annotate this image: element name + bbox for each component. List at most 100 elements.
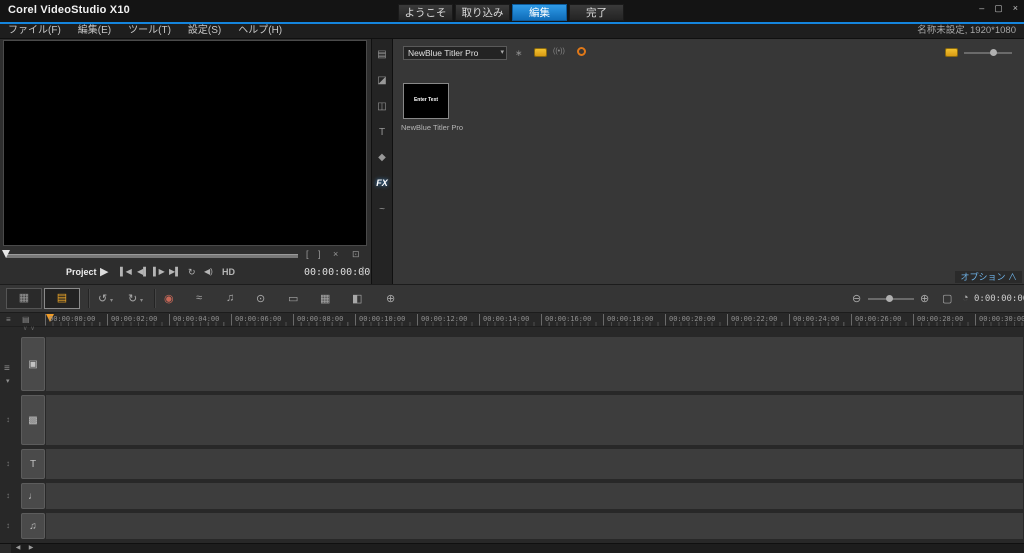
storyboard-view-button[interactable]: ▦ (6, 288, 42, 309)
music-track-button[interactable]: ♫ (21, 513, 45, 539)
record-capture-icon[interactable]: ◉ (164, 292, 174, 305)
track-view-icon[interactable]: ▤ (22, 315, 30, 324)
tab-share[interactable]: 完了 (569, 4, 624, 21)
menu-file[interactable]: ファイル(F) (8, 24, 61, 38)
next-frame-icon[interactable]: ▌▶ (153, 267, 165, 276)
mask-creator-icon[interactable]: ◧ (352, 292, 362, 305)
motion-path-icon[interactable]: ~ (372, 204, 392, 215)
menu-tools[interactable]: ツール(T) (128, 24, 171, 38)
transition-icon[interactable]: ◫ (372, 101, 392, 112)
track-manager-icon[interactable]: ≡ (6, 315, 11, 324)
zoom-out-icon[interactable]: ⊖ (852, 292, 861, 305)
spin-down-icon[interactable]: ▼ (361, 272, 366, 278)
delete-clip-icon[interactable]: × (333, 249, 338, 259)
slider-thumb[interactable] (990, 49, 997, 56)
ruler-timecode: 00:00:12:00 (417, 314, 467, 325)
color-wheel-icon[interactable] (577, 47, 586, 56)
track-list-menu-icon[interactable]: ≡ (4, 363, 10, 374)
library-nav-strip: ▤ ◪ ◫ T ◆ FX ~ (371, 39, 393, 284)
timecode-spinner[interactable]: ▲ ▼ (359, 265, 367, 279)
track-swap-icon[interactable]: ↕ (6, 459, 10, 468)
auto-music-icon[interactable]: ♫ (226, 292, 234, 304)
go-end-icon[interactable]: ▶▌ (169, 267, 181, 276)
overlay-track-lane[interactable] (46, 395, 1023, 445)
zoom-in-icon[interactable]: ⊕ (920, 292, 929, 305)
project-mode-dropdown[interactable]: Project (66, 267, 97, 277)
graphic-icon[interactable]: ◆ (372, 152, 392, 163)
music-track-lane[interactable] (46, 513, 1023, 539)
subtitle-editor-icon[interactable]: ▭ (288, 292, 298, 305)
window-controls: – ▢ × (979, 3, 1018, 14)
voice-track-button[interactable]: ♩ (21, 483, 45, 509)
gallery-dropdown[interactable]: NewBlue Titler Pro ▾ (403, 46, 507, 60)
enlarge-preview-icon[interactable]: ⊡ (352, 249, 360, 260)
ruler-timecode: 00:00:26:00 (851, 314, 901, 325)
scrubber-thumb[interactable] (2, 250, 10, 258)
hd-button[interactable]: HD (222, 267, 235, 277)
repeat-icon[interactable]: ↻ (188, 267, 196, 278)
redo-caret-icon[interactable]: ▾ (140, 297, 143, 304)
minimize-icon[interactable]: – (979, 3, 984, 14)
multicam-editor-icon[interactable]: ▦ (320, 292, 330, 305)
ripple-edit-icons[interactable]: ∨∨ (23, 325, 38, 332)
broadcast-icon[interactable]: ((•)) (553, 48, 565, 55)
voice-track-lane[interactable] (46, 483, 1023, 509)
spin-up-icon[interactable]: ▲ (361, 265, 366, 271)
restore-icon[interactable]: ▢ (994, 3, 1003, 14)
overlay-track-button[interactable]: ▩ (21, 395, 45, 445)
undo-caret-icon[interactable]: ▾ (110, 297, 113, 304)
tab-capture[interactable]: 取り込み (455, 4, 510, 21)
undo-icon[interactable]: ↺ (98, 292, 107, 305)
go-start-icon[interactable]: ▌◀ (120, 267, 132, 276)
menu-help[interactable]: ヘルプ(H) (238, 24, 282, 38)
mark-out-icon[interactable]: ] (318, 249, 321, 259)
fit-project-icon[interactable]: ▢ (942, 292, 952, 305)
tab-welcome[interactable]: ようこそ (398, 4, 453, 21)
timeline-zoom-slider[interactable] (868, 295, 914, 302)
web-tool-icon[interactable]: ⊕ (386, 292, 395, 305)
redo-icon[interactable]: ↻ (128, 292, 137, 305)
play-icon[interactable]: ▶ (100, 265, 108, 278)
tab-edit[interactable]: 編集 (512, 4, 567, 21)
prev-frame-icon[interactable]: ◀▌ (137, 267, 149, 276)
timeline-view-button[interactable]: ▤ (44, 288, 80, 309)
track-swap-icon[interactable]: ↕ (6, 521, 10, 530)
thumbnail-size-slider[interactable] (964, 49, 1012, 56)
track-swap-icon[interactable]: ↕ (6, 415, 10, 424)
close-icon[interactable]: × (1013, 3, 1018, 14)
title-template-icon[interactable] (534, 48, 547, 57)
options-collapse-tab[interactable]: オプション ∧ (955, 271, 1022, 283)
list-view-icon[interactable] (945, 48, 958, 57)
sound-mixer-icon[interactable]: ≈ (196, 292, 202, 304)
clock-icon[interactable]: ◔ (962, 292, 969, 304)
ruler-timecode: 00:00:02:00 (107, 314, 157, 325)
track-swap-icon[interactable]: ↕ (6, 491, 10, 500)
scroll-right-icon[interactable]: ▶ (25, 544, 37, 553)
mark-in-icon[interactable]: [ (306, 249, 309, 259)
ruler-timecode: 00:00:10:00 (355, 314, 405, 325)
ruler-timecode: 00:00:16:00 (541, 314, 591, 325)
motion-tracking-icon[interactable]: ⊙ (256, 292, 265, 305)
scrubber-track[interactable] (6, 254, 298, 258)
title-icon[interactable]: T (372, 127, 392, 138)
library-filter-icon[interactable]: ∗ (515, 48, 523, 59)
video-track-lane[interactable] (46, 337, 1023, 391)
library-item-newblue-titler[interactable]: Enter Text (403, 83, 449, 119)
thumbnail-text: Enter Text (413, 97, 439, 103)
media-icon[interactable]: ▤ (372, 49, 392, 60)
zoom-slider-thumb[interactable] (886, 295, 893, 302)
filter-fx-icon[interactable]: FX (372, 178, 392, 188)
menu-settings[interactable]: 設定(S) (188, 24, 221, 38)
video-track-button[interactable]: ▣ (21, 337, 45, 391)
menu-edit[interactable]: 編集(E) (78, 24, 111, 38)
instant-project-icon[interactable]: ◪ (372, 75, 392, 86)
timeline-toolbar: ▦ ▤ ↺ ▾ ↻ ▾ ◉ ≈ ♫ ⊙ ▭ ▦ ◧ ⊕ ⊖ ⊕ ▢ ◔ 0:00… (0, 284, 1024, 313)
volume-icon[interactable]: ◀) (204, 267, 213, 276)
ruler-timecode: 00:00:28:00 (913, 314, 963, 325)
track-list-caret-icon[interactable]: ▾ (6, 377, 10, 385)
ruler-timecode: 00:00:00:00 (45, 314, 95, 325)
title-track-button[interactable]: T (21, 449, 45, 479)
scroll-left-icon[interactable]: ◀ (12, 544, 24, 553)
title-track-lane[interactable] (46, 449, 1023, 479)
ruler-labels[interactable]: 00:00:00:00 00:00:02:00 00:00:04:00 00:00:0… (45, 313, 1024, 326)
